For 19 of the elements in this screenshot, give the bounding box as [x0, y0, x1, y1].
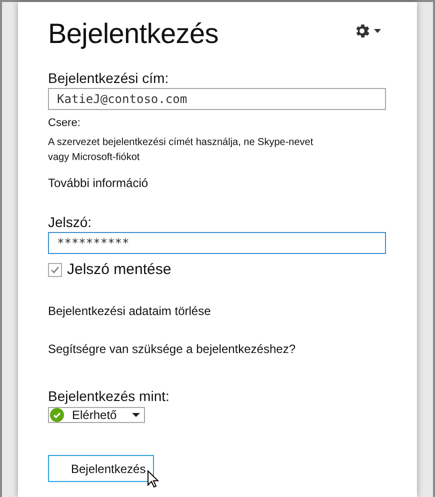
field-label: Bejelentkezési cím:	[48, 70, 170, 86]
checkbox[interactable]	[48, 262, 62, 276]
note-heading: Csere:	[48, 117, 82, 129]
field-label: Bejelentkezés mint:	[48, 388, 170, 404]
note-text: A szervezet bejelentkezési címét használja, ne Skype-nevet vagy Microsoft-fiókot	[48, 136, 314, 165]
field-label: Jelszó:	[48, 214, 93, 230]
caret-icon	[132, 413, 140, 417]
more-info-link[interactable]: További információ	[48, 176, 148, 190]
presence-dropdown[interactable]: Elérhető	[48, 407, 145, 423]
check-icon	[50, 264, 60, 274]
caret-icon	[374, 29, 381, 33]
password-field[interactable]: **********	[48, 232, 386, 254]
pointer-icon	[147, 470, 159, 488]
clear-data-link[interactable]: Bejelentkezési adataim törlése	[48, 304, 211, 318]
checkbox-label: Jelszó mentése	[67, 261, 172, 278]
dialog-title: Bejelentkezés	[48, 18, 218, 50]
available-icon	[50, 408, 64, 422]
address-field[interactable]: KatieJ@contoso.com	[48, 88, 386, 110]
help-link[interactable]: Segítségre van szüksége a bejelentkezéshez?	[48, 342, 296, 356]
